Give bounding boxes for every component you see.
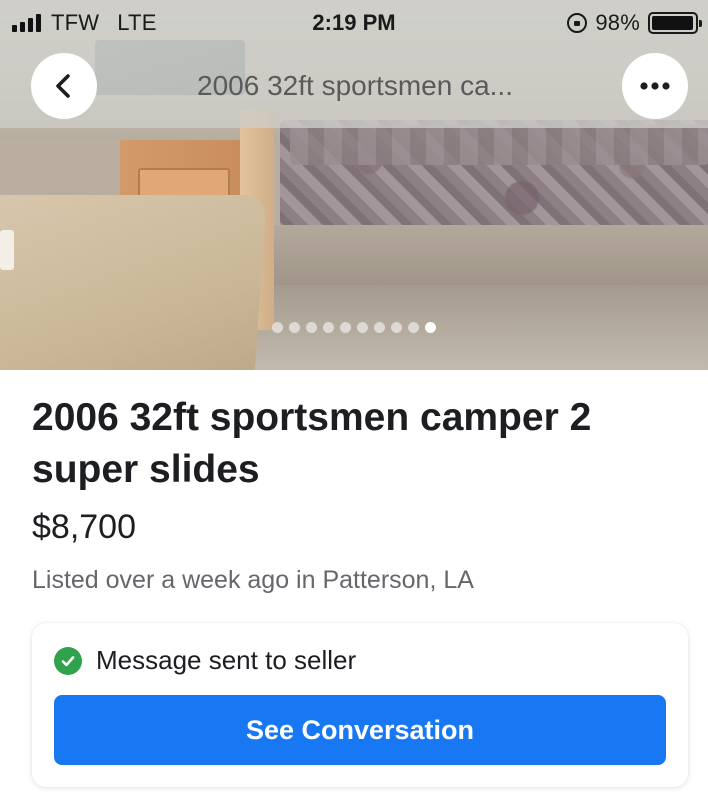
see-conversation-button[interactable]: See Conversation — [54, 695, 666, 765]
listing-meta: Listed over a week ago in Patterson, LA — [32, 566, 474, 594]
chevron-left-icon — [56, 74, 70, 98]
battery-percent: 98% — [595, 10, 640, 35]
listing-details: 2006 32ft sportsmen camper 2 super slide… — [0, 370, 708, 802]
carousel-dot — [272, 322, 283, 333]
carousel-dot — [408, 322, 419, 333]
carousel-dot — [357, 322, 368, 333]
more-options-button[interactable] — [622, 53, 688, 119]
carousel-dot — [306, 322, 317, 333]
carousel-dot — [289, 322, 300, 333]
ellipsis-icon — [640, 82, 670, 90]
carousel-dot-active — [425, 322, 436, 333]
back-button[interactable] — [31, 53, 97, 119]
carousel-dot — [391, 322, 402, 333]
status-bar: TFW LTE 2:19 PM 98% — [0, 0, 708, 46]
photo-couch-top — [290, 125, 708, 165]
photo-table — [0, 195, 267, 370]
photo-table-edge — [0, 230, 14, 270]
listing-price: $8,700 — [32, 508, 136, 546]
nav-title: 2006 32ft sportsmen ca... — [197, 70, 513, 101]
carousel-indicator — [0, 322, 708, 333]
message-status: Message sent to seller — [96, 645, 357, 675]
battery-icon — [648, 12, 702, 34]
nav-bar: 2006 32ft sportsmen ca... — [0, 50, 708, 122]
message-card: Message sent to seller See Conversation — [32, 623, 688, 787]
carousel-dot — [340, 322, 351, 333]
carousel-dot — [323, 322, 334, 333]
rotation-lock-icon — [567, 13, 588, 33]
carousel-dot — [374, 322, 385, 333]
listing-title: 2006 32ft sportsmen camper 2 super slide… — [32, 396, 592, 491]
check-circle-icon — [54, 646, 82, 675]
